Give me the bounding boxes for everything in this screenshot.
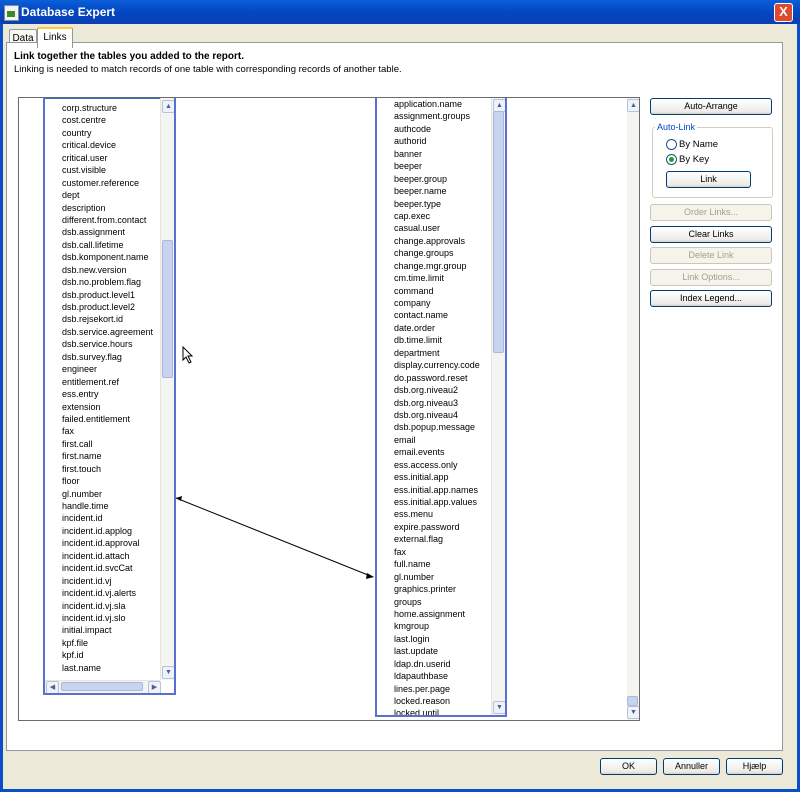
link-canvas[interactable]: corp.structure cost.centre country critical…	[18, 97, 640, 721]
index-legend-button[interactable]: Index Legend...	[650, 290, 772, 307]
window-frame-left	[0, 24, 3, 792]
scroll-down-icon[interactable]: ▼	[627, 706, 639, 719]
close-button[interactable]: X	[774, 3, 793, 22]
by-key-label[interactable]: By Key	[679, 154, 709, 165]
delete-link-button[interactable]: Delete Link	[650, 247, 772, 264]
link-options-button[interactable]: Link Options...	[650, 269, 772, 286]
scroll-up-icon[interactable]: ▲	[627, 99, 639, 112]
scroll-thumb[interactable]	[627, 696, 638, 706]
mouse-cursor-icon	[182, 346, 194, 364]
page-headline: Link together the tables you added to th…	[14, 51, 245, 62]
app-icon	[4, 5, 19, 21]
by-name-radio[interactable]	[666, 139, 677, 150]
link-line[interactable]	[19, 98, 639, 720]
link-button[interactable]: Link	[666, 171, 751, 188]
by-name-label[interactable]: By Name	[679, 139, 718, 150]
clear-links-button[interactable]: Clear Links	[650, 226, 772, 243]
title-bar	[0, 0, 800, 24]
auto-arrange-button[interactable]: Auto-Arrange	[650, 98, 772, 115]
ok-button[interactable]: OK	[600, 758, 657, 775]
page-description: Linking is needed to match records of on…	[14, 64, 402, 75]
help-button[interactable]: Hjælp	[726, 758, 783, 775]
cancel-button[interactable]: Annuller	[663, 758, 720, 775]
order-links-button[interactable]: Order Links...	[650, 204, 772, 221]
window-title: Database Expert	[21, 5, 116, 19]
auto-link-label: Auto-Link	[655, 122, 698, 132]
tab-links[interactable]: Links	[37, 27, 73, 48]
by-key-radio[interactable]	[666, 154, 677, 165]
canvas-vertical-scrollbar[interactable]: ▲ ▼	[627, 98, 639, 720]
